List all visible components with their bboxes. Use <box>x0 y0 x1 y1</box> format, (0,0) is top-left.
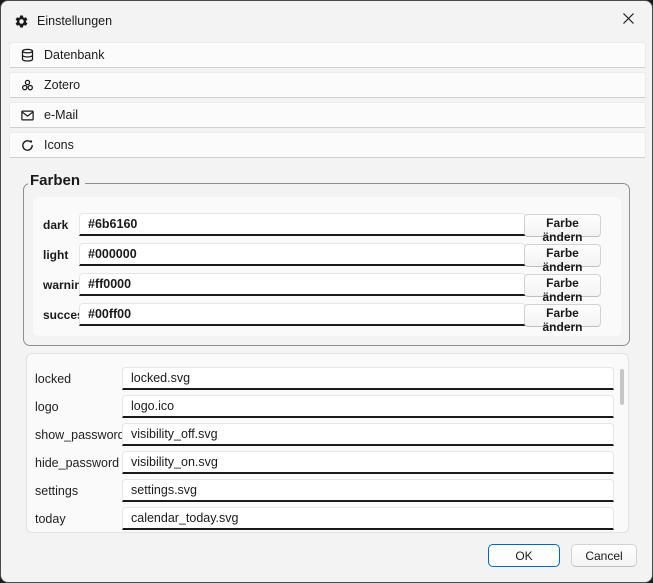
change-color-button-dark[interactable]: Farbe ändern <box>524 214 601 237</box>
settings-gear-icon <box>14 14 29 29</box>
color-row-light: light Farbe ändern <box>43 243 611 268</box>
farben-panel: dark Farbe ändern light Farbe ändern war… <box>33 197 621 336</box>
farben-legend: Farben <box>28 172 85 189</box>
refresh-icon <box>20 138 35 153</box>
icon-file-name-label: logo <box>35 400 59 414</box>
icon-file-input-locked[interactable] <box>122 367 614 390</box>
database-icon <box>20 48 35 63</box>
window-title: Einstellungen <box>37 14 112 28</box>
section-header-datenbank[interactable]: Datenbank <box>9 42 646 68</box>
envelope-icon <box>20 108 35 123</box>
color-row-success: success Farbe ändern <box>43 303 611 328</box>
zotero-knot-icon <box>20 78 35 93</box>
icon-file-name-label: hide_password <box>35 456 119 470</box>
icon-file-name-label: settings <box>35 484 78 498</box>
icon-file-row-today: today <box>35 507 620 533</box>
scrollbar-thumb[interactable] <box>620 369 624 405</box>
color-value-input-success[interactable] <box>79 303 526 326</box>
icon-file-row-hide-password: hide_password <box>35 451 620 477</box>
change-color-button-success[interactable]: Farbe ändern <box>524 304 601 327</box>
change-color-button-warning[interactable]: Farbe ändern <box>524 274 601 297</box>
color-value-input-warning[interactable] <box>79 273 526 296</box>
icon-file-input-logo[interactable] <box>122 395 614 418</box>
color-row-warning: warning Farbe ändern <box>43 273 611 298</box>
color-row-dark: dark Farbe ändern <box>43 213 611 238</box>
change-color-button-light[interactable]: Farbe ändern <box>524 244 601 267</box>
section-header-label: Datenbank <box>44 48 104 62</box>
farben-groupbox: Farben dark Farbe ändern light Farbe änd… <box>23 183 630 346</box>
icon-file-input-hide-password[interactable] <box>122 451 614 474</box>
section-header-email[interactable]: e-Mail <box>9 102 646 128</box>
icon-file-row-logo: logo <box>35 395 620 421</box>
color-value-input-light[interactable] <box>79 243 526 266</box>
section-header-label: e-Mail <box>44 108 78 122</box>
icon-file-input-show-password[interactable] <box>122 423 614 446</box>
icon-file-row-settings: settings <box>35 479 620 505</box>
cancel-button[interactable]: Cancel <box>571 544 637 567</box>
icon-files-list: locked logo show_password hide_password … <box>26 353 629 533</box>
icon-file-row-show-password: show_password <box>35 423 620 449</box>
section-header-label: Zotero <box>44 78 80 92</box>
color-name-label: dark <box>43 218 68 232</box>
icon-file-name-label: today <box>35 512 66 526</box>
color-value-input-dark[interactable] <box>79 213 526 236</box>
close-icon <box>622 12 635 25</box>
section-header-list: Datenbank Zotero e-Mail <box>9 42 646 162</box>
section-header-zotero[interactable]: Zotero <box>9 72 646 98</box>
icon-file-input-settings[interactable] <box>122 479 614 502</box>
section-header-icons[interactable]: Icons <box>9 132 646 158</box>
icon-file-input-today[interactable] <box>122 507 614 530</box>
icon-file-row-locked: locked <box>35 367 620 393</box>
ok-button[interactable]: OK <box>488 544 560 567</box>
titlebar: Einstellungen <box>1 1 652 41</box>
settings-dialog: Einstellungen Datenbank <box>0 0 653 583</box>
close-button[interactable] <box>606 2 651 34</box>
section-header-label: Icons <box>44 138 74 152</box>
color-name-label: light <box>43 248 68 262</box>
icon-file-name-label: show_password <box>35 428 125 442</box>
icon-file-name-label: locked <box>35 372 71 386</box>
